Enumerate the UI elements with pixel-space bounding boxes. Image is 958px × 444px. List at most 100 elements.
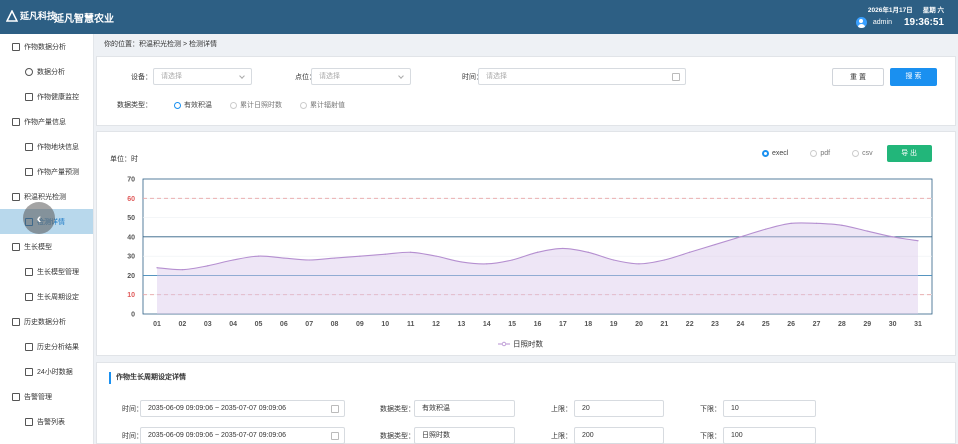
sidebar-item-label: 生长模型管理 [37, 268, 79, 276]
data-point [562, 247, 564, 250]
sidebar-item[interactable]: 生长周期设定 [0, 284, 93, 309]
app-title: 延凡智慧农业 [54, 14, 114, 25]
data-point [410, 251, 412, 253]
x-tick-label: 24 [737, 321, 745, 328]
x-tick-label: 08 [331, 321, 339, 328]
detail-title: 作物生长周期设定详情 [109, 372, 186, 384]
time-placeholder: 请选择 [486, 73, 507, 80]
sidebar-item[interactable]: 生长模型管理 [0, 259, 93, 284]
collapse-sidebar-button[interactable]: ‹ [23, 202, 55, 234]
x-tick-label: 07 [305, 321, 313, 328]
detail-type-value: 有效积温 [422, 405, 450, 412]
sidebar-item[interactable]: 作物产量信息 [0, 109, 93, 134]
growth-cycle-detail-panel: 作物生长周期设定详情 时间： 2035-06-09 09:09:06 ~ 203… [96, 362, 956, 444]
sidebar-item[interactable]: 历史分析结果 [0, 334, 93, 359]
weekday-text: 星期 六 [922, 7, 944, 14]
detail-lower-field[interactable]: 100 [723, 427, 816, 444]
leaf-icon [25, 92, 33, 101]
x-tick-label: 05 [255, 321, 263, 328]
calendar-icon [331, 405, 339, 413]
data-point [257, 255, 260, 257]
detail-time-value: 2035-06-09 09:09:06 ~ 2035-07-07 09:09:0… [148, 405, 286, 412]
sidebar-item[interactable]: 告警管理 [0, 384, 93, 409]
user-info: admin 19:36:51 [855, 17, 944, 28]
x-tick-label: 29 [863, 321, 871, 328]
data-point [181, 269, 183, 271]
sidebar-item[interactable]: 生长模型 [0, 234, 93, 259]
reset-button[interactable]: 重 置 [832, 68, 884, 86]
radio-radiation[interactable]: 累计辐射值 [300, 100, 345, 110]
bell-icon [12, 392, 20, 401]
radio-sunshine-hours[interactable]: 累计日照时数 [230, 100, 282, 110]
data-point [790, 222, 792, 224]
sidebar-item-label: 历史分析结果 [37, 343, 79, 351]
detail-time-range[interactable]: 2035-06-09 09:09:06 ~ 2035-07-07 09:09:0… [140, 400, 345, 417]
radio-circle-icon [230, 101, 237, 109]
top-header: 延凡科技 延凡智慧农业 2026年1月17日 星期 六 admin 19:36:5… [0, 0, 958, 34]
detail-lower-value: 100 [731, 432, 743, 439]
x-tick-label: 27 [813, 321, 821, 328]
edit-icon [25, 267, 33, 276]
search-button[interactable]: 搜 索 [890, 68, 937, 86]
user-avatar-icon[interactable] [855, 17, 867, 28]
sidebar-item[interactable]: 24小时数据 [0, 359, 93, 384]
sidebar-item-label: 作物数据分析 [24, 43, 66, 51]
data-point [435, 255, 437, 257]
data-point [384, 253, 386, 255]
sidebar-item[interactable]: 作物地块信息 [0, 134, 93, 159]
sidebar-item[interactable]: 告警列表 [0, 409, 93, 434]
detail-time-value: 2035-06-09 09:09:06 ~ 2035-07-07 09:09:0… [148, 432, 286, 439]
legend-label: 日照时数 [513, 339, 543, 349]
user-name[interactable]: admin [873, 19, 892, 26]
x-tick-label: 30 [889, 321, 897, 328]
detail-time-range[interactable]: 2035-06-09 09:09:06 ~ 2035-07-07 09:09:0… [140, 427, 345, 444]
logo-text: 延凡科技 [20, 11, 57, 21]
sidebar-item-label: 生长周期设定 [37, 293, 79, 301]
data-point [815, 222, 818, 224]
edit-icon [12, 117, 20, 126]
y-tick-label: 60 [127, 196, 135, 203]
detail-upper-field[interactable]: 20 [574, 400, 664, 417]
data-point [460, 261, 462, 263]
breadcrumb: 你的位置：积温积光检测 > 检测详情 [104, 41, 217, 48]
y-tick-label: 40 [127, 234, 135, 241]
detail-type-field[interactable]: 有效积温 [414, 400, 515, 417]
data-point [841, 224, 843, 226]
y-tick-label: 30 [127, 254, 135, 261]
date-text: 2026年1月17日 [867, 7, 913, 14]
sidebar-item[interactable]: 作物健康监控 [0, 84, 93, 109]
data-point [536, 251, 539, 253]
x-tick-label: 28 [838, 321, 846, 328]
device-select[interactable]: 请选择 [153, 68, 252, 85]
chevron-down-icon [398, 73, 404, 79]
detail-lower-label: 下限： [700, 433, 721, 440]
sidebar-item[interactable]: 历史数据分析 [0, 309, 93, 334]
sidebar-item[interactable]: 作物产量预测 [0, 159, 93, 184]
x-tick-label: 10 [381, 321, 389, 328]
detail-type-field[interactable]: 日照时数 [414, 427, 515, 444]
sidebar-item-label: 积温积光检测 [24, 193, 66, 201]
radio-effective-temp[interactable]: 有效积温 [174, 100, 212, 110]
point-select[interactable]: 请选择 [311, 68, 411, 85]
x-tick-label: 13 [458, 321, 466, 328]
chevron-left-icon: ‹ [36, 210, 42, 226]
sidebar-item[interactable]: 数据分析 [0, 59, 93, 84]
sidebar-item-label: 数据分析 [37, 68, 65, 76]
detail-upper-field[interactable]: 200 [574, 427, 664, 444]
edit-icon [25, 342, 33, 351]
clock: 19:36:51 [903, 17, 944, 28]
chart-panel: 单位：时 execl pdf csv 导 出 0 10 20 30 40 50 60 70 01… [96, 131, 956, 356]
x-tick-label: 23 [711, 321, 719, 328]
point-placeholder: 请选择 [319, 73, 340, 80]
x-tick-label: 02 [178, 321, 186, 328]
chevron-down-icon [239, 73, 245, 79]
sidebar-item[interactable]: 作物数据分析 [0, 34, 93, 59]
data-type-label: 数据类型： [117, 102, 152, 109]
detail-upper-value: 200 [582, 432, 594, 439]
data-point [308, 259, 310, 261]
sidebar-item-label: 告警管理 [24, 393, 52, 401]
x-tick-label: 18 [584, 321, 592, 328]
x-tick-label: 03 [204, 321, 212, 328]
time-range-picker[interactable]: 请选择 [478, 68, 686, 85]
detail-lower-field[interactable]: 10 [723, 400, 816, 417]
